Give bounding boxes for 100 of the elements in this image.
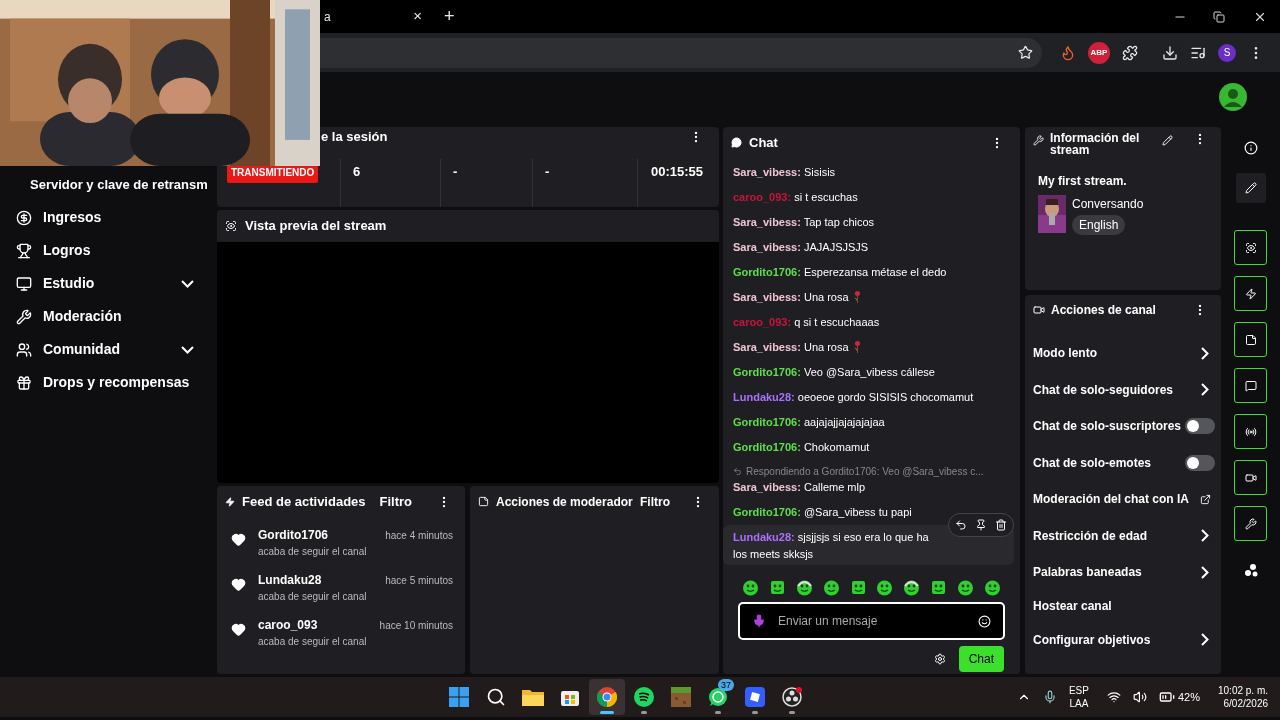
dots-icon[interactable] — [1243, 563, 1258, 577]
adblock-extension[interactable]: ABP — [1088, 41, 1110, 64]
channel-action-item[interactable]: Chat de solo-emotes — [1025, 444, 1221, 481]
taskbar-app[interactable]: 37 — [699, 679, 736, 715]
emote-icon[interactable] — [903, 579, 921, 596]
settings-icon[interactable] — [933, 653, 946, 665]
emote-icon[interactable] — [822, 579, 840, 596]
message-text: Gordito1706: Esperezansa métase el dedo — [733, 265, 948, 280]
emoji-icon[interactable] — [978, 614, 991, 628]
event-time: hace 5 minutos — [385, 573, 453, 588]
microphone-icon[interactable] — [1042, 690, 1057, 704]
taskbar-app[interactable] — [588, 679, 625, 715]
sidebar-item[interactable]: Ingresos — [0, 201, 210, 234]
download-icon[interactable] — [1162, 44, 1178, 61]
stat-value: 6 — [353, 163, 361, 179]
new-tab-button[interactable]: + — [444, 3, 455, 30]
chevron-icon — [1201, 383, 1209, 397]
panel-toggle-button[interactable] — [1234, 460, 1267, 495]
chat-message[interactable]: Gordito1706: aajajajjajajajajaa — [723, 410, 1014, 435]
panel-toggle-button[interactable] — [1234, 414, 1267, 449]
tab-close-button[interactable]: × — [413, 5, 422, 28]
emote-icon[interactable] — [930, 579, 948, 596]
bookmark-star-icon[interactable] — [1018, 45, 1033, 60]
toggle-switch[interactable] — [1185, 418, 1215, 435]
emote-icon[interactable] — [795, 579, 813, 596]
rose-emote — [852, 340, 862, 353]
stat-value: 00:15:55 — [650, 163, 703, 179]
clock[interactable]: 10:02 p. m. 6/02/2026 — [1218, 684, 1268, 710]
avatar-icon[interactable] — [1219, 83, 1247, 111]
spotify-icon — [633, 687, 654, 707]
panel-toggle-button[interactable] — [1234, 368, 1267, 403]
chevron-icon — [1201, 633, 1209, 647]
message-text: caroo_093: q si t escuchaaas — [733, 315, 881, 330]
emote-icon[interactable] — [849, 579, 867, 596]
channel-action-item[interactable]: Palabras baneadas — [1025, 554, 1221, 591]
external-link-icon — [1200, 493, 1211, 505]
filter-button[interactable]: Filtro — [640, 492, 670, 511]
wifi-icon[interactable] — [1106, 690, 1121, 704]
emote-icon[interactable] — [768, 579, 786, 596]
microphone-icon[interactable] — [752, 614, 766, 628]
sidebar-item[interactable]: Moderación — [0, 300, 210, 333]
emote-icon[interactable] — [876, 579, 894, 596]
sidebar-item[interactable]: Drops y recompensas — [0, 366, 210, 399]
channel-action-item[interactable]: Configurar objetivos — [1025, 621, 1221, 658]
chat-message[interactable]: Sara_vibess: Una rosa — [723, 285, 1014, 310]
toggle-switch[interactable] — [1185, 454, 1215, 471]
restore-icon[interactable] — [1213, 10, 1225, 23]
browser-tab[interactable]: a × — [324, 5, 426, 28]
panel-toggle-button[interactable] — [1234, 276, 1267, 311]
filter-button[interactable]: Filtro — [379, 491, 412, 512]
chat-message[interactable]: Lundaku28: sjsjjsjs si eso era lo que ha los meets skksjs — [723, 525, 1014, 565]
message-input[interactable]: Enviar un mensaje — [738, 602, 1005, 640]
edit-button[interactable] — [1235, 173, 1266, 203]
info-icon[interactable] — [1243, 141, 1258, 155]
delete-icon[interactable] — [995, 519, 1007, 531]
send-chat-button[interactable]: Chat — [958, 646, 1004, 672]
emote-icon[interactable] — [983, 579, 1001, 596]
channel-action-item[interactable]: Chat de solo-seguidores — [1025, 371, 1221, 408]
channel-action-item[interactable]: Moderación del chat con IA — [1025, 481, 1221, 518]
edit-icon[interactable] — [1162, 135, 1173, 146]
pin-icon[interactable] — [975, 519, 987, 531]
category-name[interactable]: Conversando — [1072, 195, 1144, 213]
event-time: hace 10 minutos — [379, 618, 453, 633]
chat-message[interactable]: Sara_vibess: Tap tap chicos — [723, 210, 1014, 235]
heart-icon — [231, 532, 246, 548]
chat-message[interactable]: Sara_vibess: Una rosa — [723, 335, 1014, 360]
chat-message[interactable]: caroo_093: q si t escuchaaas — [723, 310, 1014, 335]
profile-avatar[interactable]: S — [1218, 43, 1236, 62]
extensions-icon[interactable] — [1122, 44, 1138, 61]
keyboard-language[interactable]: ESP LAA — [1068, 684, 1089, 710]
message-text: Sara_vibess: Una rosa — [733, 339, 1004, 356]
battery-icon[interactable] — [1158, 689, 1175, 705]
chat-message[interactable]: caroo_093: si t escuchas — [723, 185, 1014, 210]
chat-message[interactable]: Gordito1706: Esperezansa métase el dedo — [723, 260, 1014, 285]
event-description: acaba de seguir el canal — [258, 590, 368, 605]
reply-icon[interactable] — [955, 519, 967, 531]
panel-title: Chat — [749, 133, 779, 152]
channel-action-item[interactable]: Restricción de edad — [1025, 517, 1221, 554]
panel-toggle-button[interactable] — [1234, 230, 1267, 265]
sidebar-item[interactable]: Comunidad — [0, 333, 210, 366]
flame-icon[interactable] — [1060, 44, 1076, 61]
whatsapp-icon — [707, 687, 728, 707]
chat-message[interactable]: Gordito1706: Veo @Sara_vibess cállese — [723, 360, 1014, 385]
emote-icon[interactable] — [957, 579, 974, 596]
panel-toggle-button[interactable] — [1234, 506, 1267, 541]
chat-message[interactable]: Sara_vibess: JAJAJSJSJS — [723, 235, 1014, 260]
chat-message[interactable]: Sara_vibess: Sisisis — [723, 160, 1014, 185]
volume-icon[interactable] — [1132, 690, 1147, 704]
chat-message[interactable]: Lundaku28: oeoeoe gordo SISISIS chocomamut — [723, 385, 1014, 410]
channel-action-item[interactable]: Modo lento — [1025, 335, 1221, 372]
message-field[interactable]: Enviar un mensaje — [778, 612, 966, 630]
sidebar-item[interactable]: Servidor y clave de retransm — [0, 175, 210, 195]
chat-message[interactable]: Gordito1706: Chokomamut — [723, 435, 1014, 460]
emote-icon[interactable] — [742, 579, 759, 596]
sidebar-item[interactable]: Estudio — [0, 267, 210, 300]
sidebar-item[interactable]: Logros — [0, 234, 210, 267]
channel-action-item[interactable]: Hostear canal — [1025, 590, 1221, 622]
channel-action-item[interactable]: Chat de solo-suscriptores — [1025, 408, 1221, 445]
chat-message[interactable]: Respondiendo a Gordito1706: Veo @Sara_vibess c... Sara_vibess: Calleme mlp — [723, 460, 1014, 500]
panel-toggle-button[interactable] — [1234, 322, 1267, 357]
